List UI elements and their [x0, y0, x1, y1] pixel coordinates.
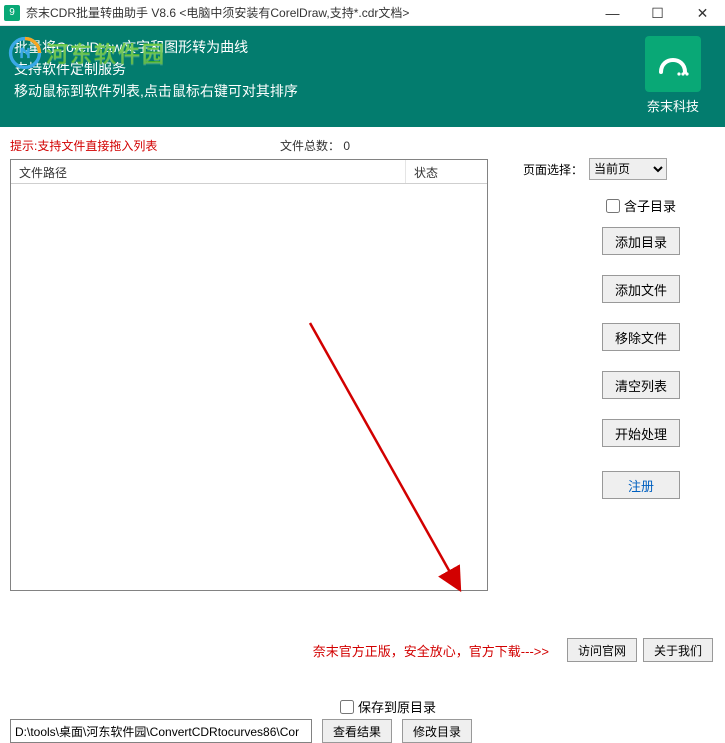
- header-banner: 批量将CorelDraw文字和图形转为曲线 支持软件定制服务 移动鼠标到软件列表…: [0, 26, 725, 127]
- remove-file-button[interactable]: 移除文件: [602, 323, 680, 351]
- column-path[interactable]: 文件路径: [11, 160, 406, 183]
- view-result-button[interactable]: 查看结果: [322, 719, 392, 743]
- clear-list-button[interactable]: 清空列表: [602, 371, 680, 399]
- file-count-value: 0: [343, 139, 350, 153]
- close-button[interactable]: ✕: [680, 0, 725, 26]
- save-to-original-checkbox[interactable]: 保存到原目录: [340, 697, 436, 716]
- side-panel: 含子目录 添加目录 添加文件 移除文件 清空列表 开始处理 注册: [581, 188, 701, 519]
- footer-promo-text: 奈末官方正版，安全放心，官方下载--->>: [313, 641, 549, 660]
- output-path-input[interactable]: [10, 719, 312, 743]
- titlebar: 9 奈末CDR批量转曲助手 V8.6 <电脑中须安装有CorelDraw,支持*…: [0, 0, 725, 26]
- window-controls: — ☐ ✕: [590, 0, 725, 26]
- header-line-1: 批量将CorelDraw文字和图形转为曲线: [14, 36, 635, 58]
- add-file-button[interactable]: 添加文件: [602, 275, 680, 303]
- add-dir-button[interactable]: 添加目录: [602, 227, 680, 255]
- drag-tip-text: 提示:支持文件直接拖入列表: [10, 137, 157, 154]
- app-icon: 9: [4, 5, 20, 21]
- include-subdir-label: 含子目录: [624, 196, 676, 215]
- save-orig-input[interactable]: [340, 700, 354, 714]
- list-header: 文件路径 状态: [11, 160, 487, 184]
- bottom-row: 保存到原目录 查看结果 修改目录: [10, 719, 710, 743]
- column-status[interactable]: 状态: [406, 160, 487, 183]
- include-subdir-input[interactable]: [606, 199, 620, 213]
- maximize-button[interactable]: ☐: [635, 0, 680, 26]
- save-orig-label: 保存到原目录: [358, 697, 436, 716]
- include-subdir-checkbox[interactable]: 含子目录: [606, 196, 676, 215]
- header-line-2: 支持软件定制服务: [14, 58, 635, 80]
- footer: 奈末官方正版，安全放心，官方下载--->> 访问官网 关于我们: [0, 638, 725, 662]
- file-count-label: 文件总数：: [280, 139, 340, 153]
- page-select: 页面选择： 当前页: [523, 158, 667, 180]
- file-count: 文件总数： 0: [280, 137, 350, 154]
- file-list[interactable]: 文件路径 状态: [10, 159, 488, 591]
- register-button[interactable]: 注册: [602, 471, 680, 499]
- brand-logo-text: 奈末科技: [647, 96, 699, 115]
- header-description: 批量将CorelDraw文字和图形转为曲线 支持软件定制服务 移动鼠标到软件列表…: [14, 36, 635, 115]
- page-select-dropdown[interactable]: 当前页: [589, 158, 667, 180]
- brand-logo-icon: [645, 36, 701, 92]
- header-line-3: 移动鼠标到软件列表,点击鼠标右键可对其排序: [14, 80, 635, 102]
- about-us-button[interactable]: 关于我们: [643, 638, 713, 662]
- page-select-label: 页面选择：: [523, 161, 583, 178]
- visit-site-button[interactable]: 访问官网: [567, 638, 637, 662]
- start-button[interactable]: 开始处理: [602, 419, 680, 447]
- window-title: 奈末CDR批量转曲助手 V8.6 <电脑中须安装有CorelDraw,支持*.c…: [26, 4, 409, 21]
- change-dir-button[interactable]: 修改目录: [402, 719, 472, 743]
- brand-logo: 奈末科技: [635, 36, 711, 115]
- minimize-button[interactable]: —: [590, 0, 635, 26]
